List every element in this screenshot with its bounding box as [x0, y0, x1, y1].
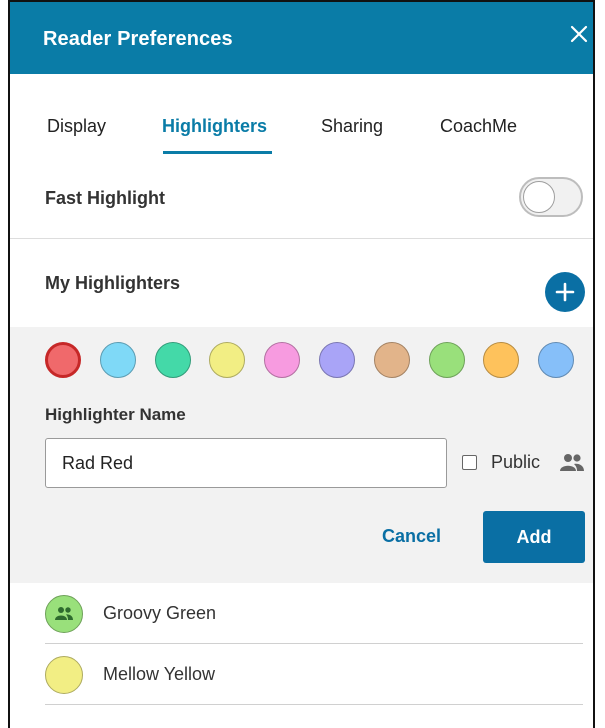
- tab-sharing[interactable]: Sharing: [321, 116, 383, 137]
- people-icon: [55, 607, 73, 620]
- tab-display[interactable]: Display: [47, 116, 106, 137]
- dialog-header: Reader Preferences: [10, 2, 593, 74]
- close-icon: [570, 25, 588, 43]
- color-swatch[interactable]: [319, 342, 355, 378]
- add-button[interactable]: Add: [483, 511, 585, 563]
- highlighter-name-input[interactable]: [45, 438, 447, 488]
- highlighter-list-item[interactable]: Groovy Green: [45, 583, 583, 644]
- cancel-button[interactable]: Cancel: [382, 526, 441, 547]
- public-label: Public: [491, 452, 541, 472]
- tab-coachme[interactable]: CoachMe: [440, 116, 517, 137]
- color-swatch[interactable]: [154, 342, 191, 378]
- my-highlighters-row: My Highlighters: [10, 239, 593, 327]
- close-button[interactable]: [567, 22, 591, 46]
- color-swatch[interactable]: [428, 342, 465, 378]
- my-highlighters-label: My Highlighters: [45, 273, 181, 293]
- active-tab-indicator: [163, 151, 272, 154]
- dialog-title: Reader Preferences: [43, 28, 233, 50]
- toggle-knob: [523, 181, 555, 213]
- color-swatch[interactable]: [45, 342, 81, 378]
- highlighter-list-item[interactable]: Mellow Yellow: [45, 644, 583, 705]
- plus-icon: [555, 282, 575, 302]
- fast-highlight-toggle[interactable]: [519, 177, 583, 217]
- tab-bar: Display Highlighters Sharing CoachMe: [10, 74, 593, 158]
- fast-highlight-label: Fast Highlight: [45, 188, 165, 208]
- color-swatch[interactable]: [209, 342, 246, 378]
- highlighter-editor: Highlighter Name Public Cancel Add: [10, 327, 593, 583]
- highlighter-name: Mellow Yellow: [103, 664, 216, 684]
- checkbox-box[interactable]: [462, 455, 477, 470]
- highlighter-name: Groovy Green: [103, 603, 217, 623]
- people-icon: [560, 454, 584, 471]
- color-dot: [45, 656, 83, 694]
- add-highlighter-button[interactable]: [545, 272, 585, 312]
- color-dot: [45, 595, 83, 633]
- color-swatch[interactable]: [99, 342, 136, 378]
- color-swatch[interactable]: [373, 342, 410, 378]
- color-swatch[interactable]: [538, 342, 575, 378]
- tab-highlighters[interactable]: Highlighters: [162, 116, 267, 137]
- color-swatch[interactable]: [264, 342, 301, 378]
- fast-highlight-row: Fast Highlight: [10, 158, 593, 239]
- highlighter-name-label: Highlighter Name: [45, 405, 186, 424]
- reader-preferences-dialog: Reader Preferences Display Highlighters …: [8, 0, 595, 728]
- color-swatch[interactable]: [483, 342, 520, 378]
